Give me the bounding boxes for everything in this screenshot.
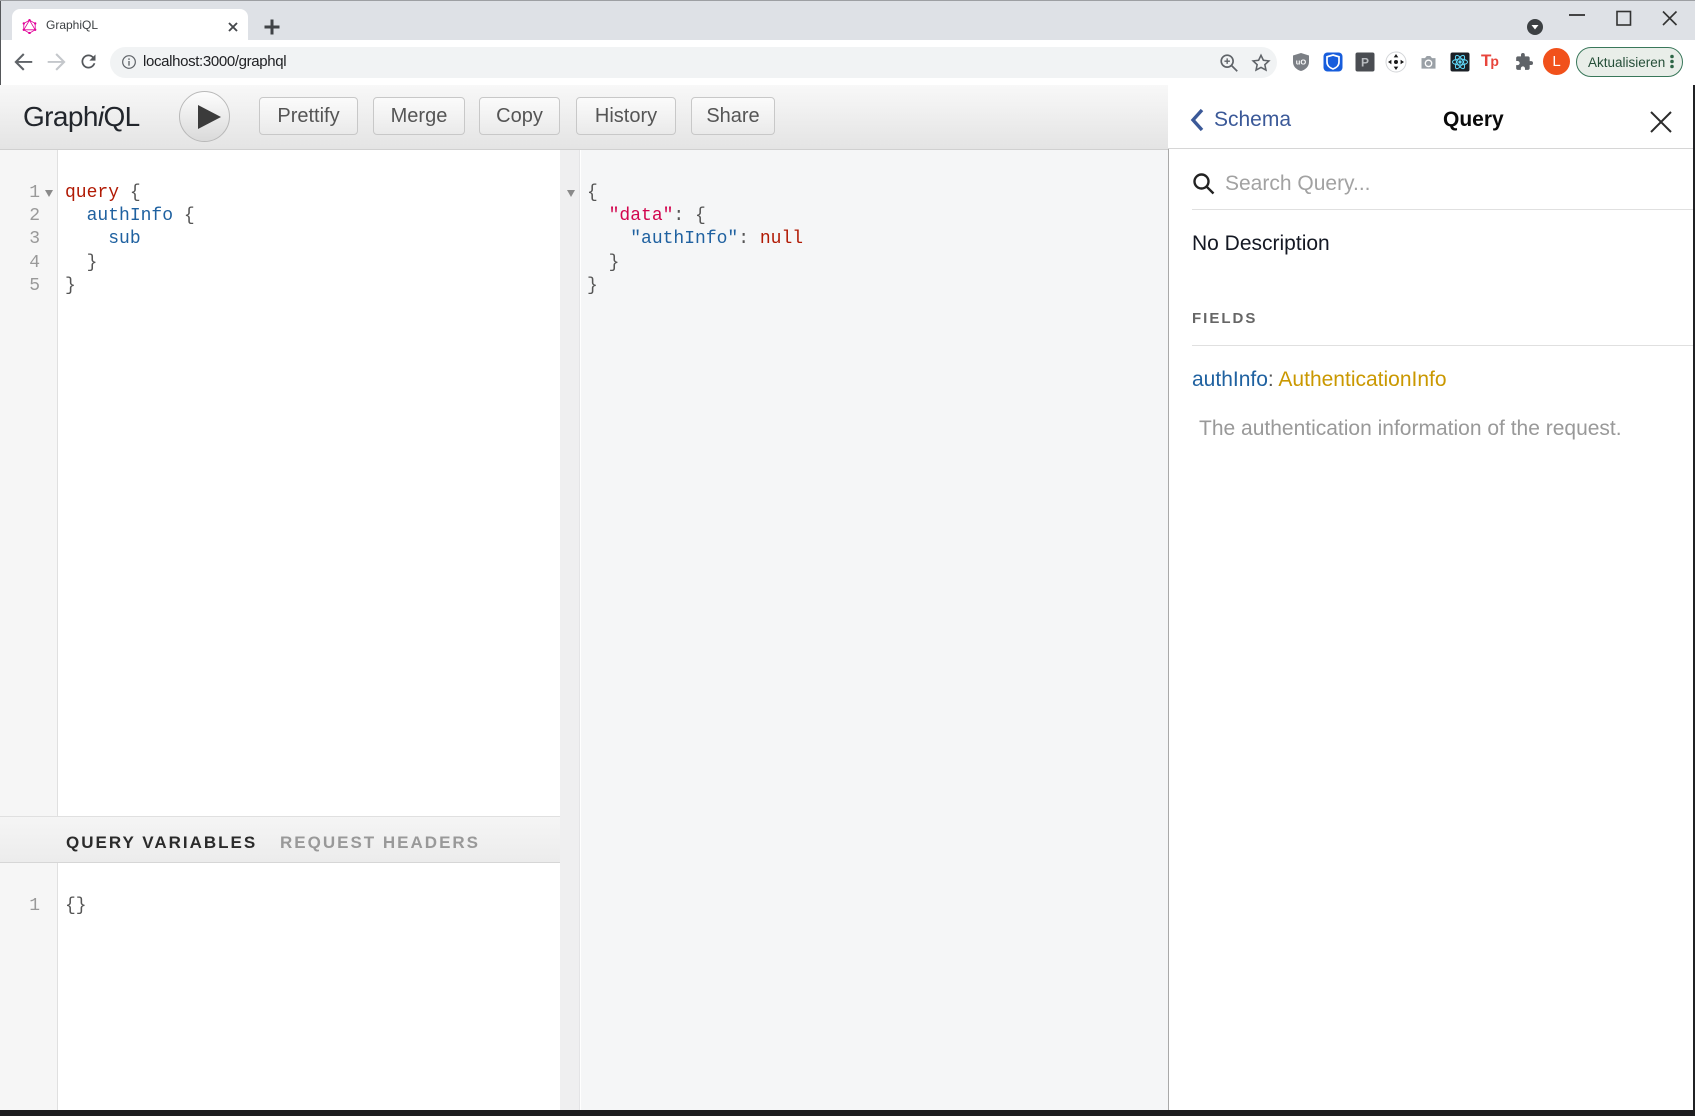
svg-text:uO: uO: [1296, 58, 1307, 67]
svg-text:P: P: [1361, 56, 1369, 70]
